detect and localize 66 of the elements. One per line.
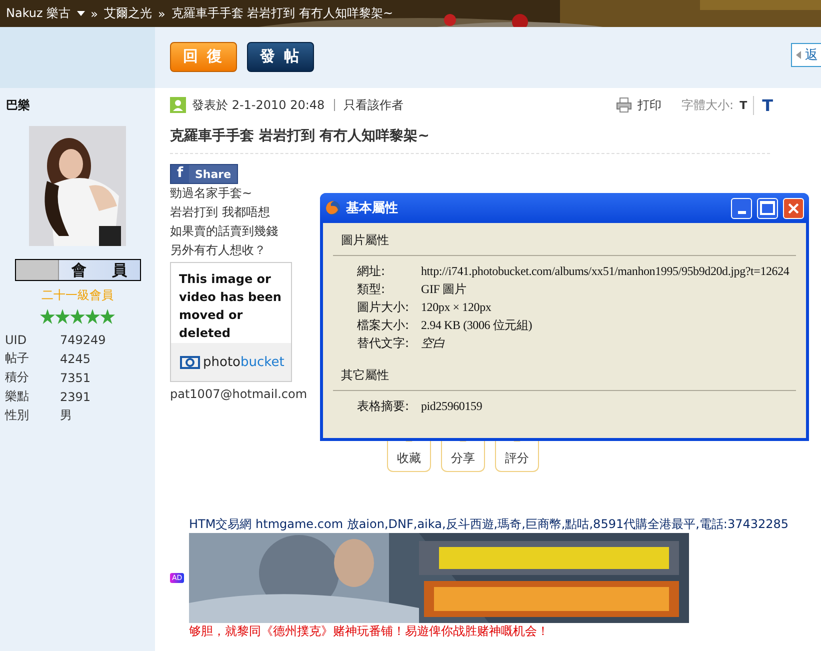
stat-value: 男 <box>60 407 72 424</box>
author-only-link[interactable]: 只看該作者 <box>344 96 404 114</box>
stat-value: 4245 <box>60 352 91 366</box>
post-text: 如果賣的話賣到幾錢 <box>170 223 278 240</box>
star-icon <box>100 309 115 324</box>
camera-icon <box>180 355 200 369</box>
property-value: 2.94 KB (3006 位元組) <box>421 316 532 334</box>
minimize-button[interactable] <box>731 198 752 218</box>
post-text: 另外有冇人想收？ <box>170 242 266 259</box>
member-badge: 會 員 <box>14 259 140 281</box>
star-icon <box>40 309 55 324</box>
stat-label: 帖子 <box>5 350 30 367</box>
printer-icon[interactable] <box>616 97 632 113</box>
star-icon <box>55 309 70 324</box>
dialog-title: 基本屬性 <box>346 200 398 217</box>
post-date: 發表於 2-1-2010 20:48 <box>192 96 325 114</box>
property-label: 檔案大小: <box>357 316 410 334</box>
property-label: 表格摘要: <box>357 398 410 414</box>
stat-label: 積分 <box>5 369 30 386</box>
stat-label: UID <box>5 332 28 346</box>
back-arrow-icon[interactable] <box>796 51 801 59</box>
user-icon <box>170 97 186 113</box>
print-link[interactable]: 打印 <box>638 96 662 114</box>
action-button[interactable]: 發 帖 <box>247 42 314 72</box>
close-button[interactable] <box>783 198 804 218</box>
post-text: 岩岩打到 我都唔想 <box>170 204 270 221</box>
back-link[interactable]: 返 <box>790 43 821 67</box>
member-rank: 二十一級會員 <box>42 287 114 304</box>
stat-label: 性別 <box>5 407 30 424</box>
email-text: pat1007@hotmail.com <box>170 386 308 403</box>
section-heading: 其它屬性 <box>340 367 390 384</box>
maximize-button[interactable] <box>757 198 778 218</box>
breadcrumb-link[interactable]: 克羅車手手套 岩岩打到 有冇人知咩黎架~ <box>171 5 394 22</box>
property-label: 網址: <box>357 262 386 280</box>
dropdown-icon[interactable] <box>76 11 85 16</box>
stat-value: 749249 <box>60 332 106 346</box>
property-value: http://i741.photobucket.com/albums/xx51/manhon1995/95b9d20d.jpg?t=12624 <box>421 264 790 278</box>
breadcrumb-separator: » <box>90 6 98 20</box>
promo-link[interactable]: 够胆，就黎同《德州撲克》赌神玩番铺！易遊俾你战胜赌神嘅机会！ <box>170 623 789 640</box>
user-menu[interactable]: Nakuz 樂古 <box>6 5 71 22</box>
font-large-button[interactable]: T <box>753 96 773 114</box>
stat-value: 2391 <box>60 390 91 404</box>
breadcrumb-separator: » <box>158 6 166 20</box>
ad-link[interactable]: HTM交易網 htmgame.com 放aion,DNF,aika,反斗西遊,瑪奇,巨商幣,點咕,8591代購全港最平,電話:37432285 <box>170 516 789 533</box>
stat-label: 樂點 <box>5 388 30 405</box>
share-button[interactable]: f Share <box>170 164 238 184</box>
property-label: 圖片大小: <box>357 298 410 316</box>
property-value: pid25960159 <box>421 398 482 414</box>
star-icon <box>70 309 85 324</box>
star-icon <box>85 309 100 324</box>
property-value: GIF 圖片 <box>421 280 466 298</box>
close-icon[interactable] <box>788 202 799 214</box>
photobucket-logo: photobucket <box>203 354 284 370</box>
stat-value: 7351 <box>60 370 91 384</box>
property-value: 120px × 120px <box>421 300 492 314</box>
property-label: 類型: <box>357 280 386 298</box>
post-title: 克羅車手手套 岩岩打到 有冇人知咩黎架~ <box>170 122 770 154</box>
property-label: 替代文字: <box>357 334 410 352</box>
globe-icon <box>325 200 341 216</box>
author-name[interactable]: 巴樂 <box>0 88 30 117</box>
font-small-button[interactable]: T <box>740 98 748 112</box>
breadcrumb-link[interactable]: 艾爾之光 <box>104 5 152 22</box>
section-heading: 圖片屬性 <box>340 232 390 249</box>
font-size-label: 字體大小: <box>682 96 734 114</box>
post-text: 勁過名家手套~ <box>170 185 252 202</box>
property-value: 空白 <box>421 334 445 352</box>
